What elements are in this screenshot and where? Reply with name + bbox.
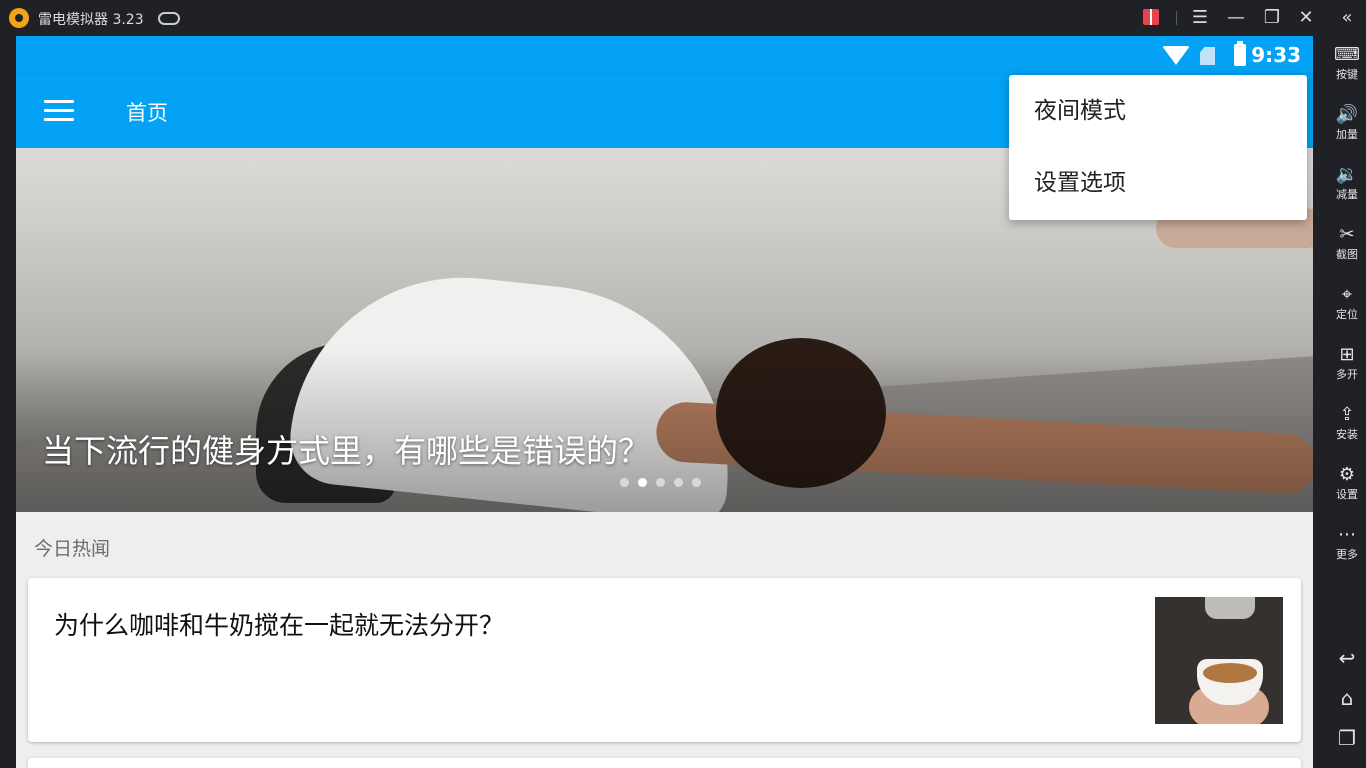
multi-instance-icon: ⊞	[1339, 344, 1355, 365]
location-icon: ⌖	[1341, 284, 1353, 305]
wifi-icon	[1162, 46, 1190, 65]
sidebar-item-install[interactable]: ⇪ 安装	[1328, 404, 1366, 460]
page-title: 首页	[126, 101, 168, 125]
sidebar-item-keymap[interactable]: ⌨ 按键	[1328, 44, 1366, 100]
carousel-dot[interactable]	[656, 478, 665, 487]
volume-up-icon: 🔊	[1335, 104, 1359, 125]
back-icon[interactable]: ↩	[1328, 644, 1366, 672]
volume-down-icon: 🔉	[1335, 164, 1359, 185]
minimize-icon[interactable]: —	[1224, 6, 1248, 30]
android-screen: 9:33 首页 当下流行的健身方式里，有哪些是错误的？ 今日热闻 为什么咖啡和牛…	[16, 36, 1313, 768]
sidebar-item-screenshot[interactable]: ✂ 截图	[1328, 224, 1366, 280]
divider	[1176, 11, 1177, 25]
apk-install-icon: ⇪	[1339, 404, 1355, 425]
sidebar-item-settings[interactable]: ⚙ 设置	[1328, 464, 1366, 520]
emulator-title-bar: 雷电模拟器 3.23 ☰ — ❐ ✕ «	[0, 0, 1366, 36]
news-card[interactable]	[28, 758, 1301, 768]
banner-title[interactable]: 当下流行的健身方式里，有哪些是错误的？	[42, 426, 650, 472]
ldplayer-logo-icon	[9, 8, 29, 28]
status-bar: 9:33	[16, 36, 1313, 74]
collapse-sidebar-icon[interactable]: «	[1335, 6, 1359, 30]
no-sim-icon	[1200, 47, 1215, 65]
sidebar-item-volume-up[interactable]: 🔊 加量	[1328, 104, 1366, 160]
scissors-icon: ✂	[1339, 224, 1355, 245]
news-title[interactable]: 为什么咖啡和牛奶搅在一起就无法分开？	[54, 606, 504, 642]
window-title: 雷电模拟器 3.23	[38, 9, 144, 29]
news-thumbnail[interactable]	[1155, 597, 1283, 724]
news-card[interactable]: 为什么咖啡和牛奶搅在一起就无法分开？	[28, 578, 1301, 742]
close-icon[interactable]: ✕	[1294, 6, 1318, 30]
home-icon[interactable]: ⌂	[1328, 684, 1366, 712]
carousel-dot[interactable]	[674, 478, 683, 487]
restore-icon[interactable]: ❐	[1260, 6, 1284, 30]
menu-item-settings[interactable]: 设置选项	[1009, 147, 1307, 219]
gear-icon: ⚙	[1338, 464, 1356, 485]
hamburger-menu-icon[interactable]	[44, 100, 74, 122]
carousel-dot[interactable]	[692, 478, 701, 487]
sidebar-item-multi-instance[interactable]: ⊞ 多开	[1328, 344, 1366, 400]
keyboard-icon: ⌨	[1334, 44, 1360, 65]
sidebar-item-volume-down[interactable]: 🔉 减量	[1328, 164, 1366, 220]
carousel-indicator	[620, 478, 701, 488]
sidebar-item-more[interactable]: ⋯ 更多	[1328, 524, 1366, 580]
status-time: 9:33	[1251, 43, 1301, 67]
recents-icon[interactable]: ❐	[1328, 724, 1366, 752]
more-icon: ⋯	[1338, 524, 1356, 545]
carousel-dot-active[interactable]	[638, 478, 647, 487]
overflow-menu: 夜间模式 设置选项	[1009, 75, 1307, 220]
gift-icon[interactable]	[1143, 9, 1159, 25]
menu-icon[interactable]: ☰	[1188, 6, 1212, 30]
app-version: 3.23	[112, 12, 144, 28]
battery-charging-icon	[1234, 41, 1246, 66]
emulator-sidebar: ⌨ 按键 🔊 加量 🔉 减量 ✂ 截图 ⌖ 定位 ⊞ 多开 ⇪ 安装 ⚙ 设置 …	[1328, 36, 1366, 768]
menu-item-night-mode[interactable]: 夜间模式	[1009, 75, 1307, 147]
app-name: 雷电模拟器	[38, 12, 108, 28]
sidebar-item-location[interactable]: ⌖ 定位	[1328, 284, 1366, 340]
section-title: 今日热闻	[34, 538, 111, 560]
gamepad-icon[interactable]	[158, 12, 180, 25]
carousel-dot[interactable]	[620, 478, 629, 487]
